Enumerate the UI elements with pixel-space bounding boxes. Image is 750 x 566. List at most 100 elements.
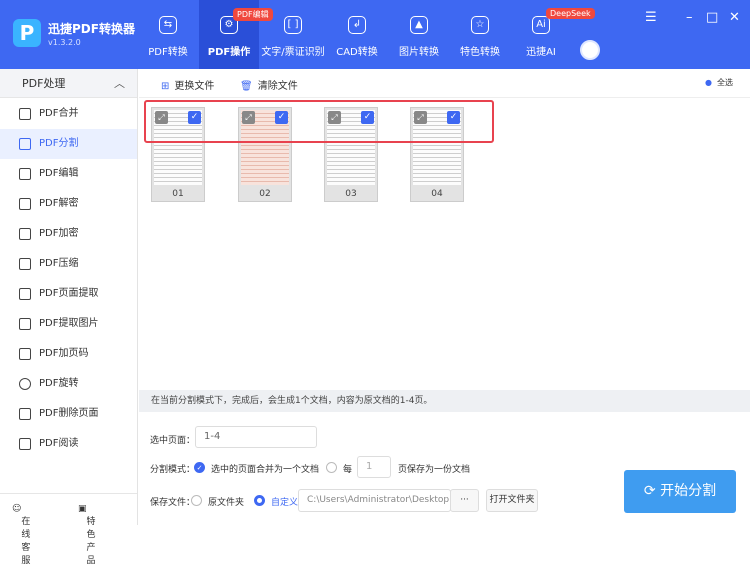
app-logo: P (13, 19, 41, 47)
sidebar-item-extract-images[interactable]: PDF提取图片 (0, 309, 137, 339)
deepseek-badge[interactable]: DeepSeek (546, 8, 595, 19)
sidebar-item-label: PDF加页码 (39, 348, 89, 359)
minimize-icon[interactable]: – (686, 10, 693, 25)
start-split-button[interactable]: ⟳ 开始分割 (624, 470, 736, 513)
rotate-icon (19, 378, 31, 390)
sidebar-item-compress[interactable]: PDF压缩 (0, 249, 137, 279)
sidebar-item-delete-pages[interactable]: PDF删除页面 (0, 399, 137, 429)
sidebar-item-extract-pages[interactable]: PDF页面提取 (0, 279, 137, 309)
unlock-icon (19, 198, 31, 210)
sidebar-item-edit[interactable]: PDF编辑 (0, 159, 137, 189)
page-number-icon (19, 348, 31, 360)
split-icon (19, 138, 31, 150)
save-label: 保存文件： (150, 498, 196, 508)
sidebar-item-page-number[interactable]: PDF加页码 (0, 339, 137, 369)
pages-per-file-input[interactable]: 1 (357, 456, 391, 478)
tab-pdf-convert[interactable]: ⇆ PDF转换 (138, 0, 198, 69)
refresh-icon: ⟳ (643, 483, 661, 499)
save-original-radio[interactable] (191, 495, 202, 506)
image-icon (19, 318, 31, 330)
select-all-checkbox[interactable]: ● 全选 (705, 77, 733, 88)
ai-icon: Ai (532, 16, 550, 34)
mode-every-label: 每 (343, 465, 353, 475)
sidebar-item-label: PDF合并 (39, 108, 79, 119)
mode-every-suffix: 页保存为一份文档 (398, 465, 471, 475)
image-icon: ▲ (410, 16, 428, 34)
book-icon (19, 438, 31, 450)
sidebar-item-split[interactable]: PDF分割 (0, 129, 137, 159)
sidebar-item-label: PDF加密 (39, 228, 79, 239)
close-icon[interactable]: ✕ (729, 10, 740, 25)
save-custom-radio[interactable] (254, 495, 265, 506)
page-number: 03 (345, 189, 357, 199)
app-version: v1.3.2.0 (48, 38, 81, 47)
page-number: 01 (172, 189, 184, 199)
sidebar-item-label: PDF编辑 (39, 168, 79, 179)
sidebar-item-label: PDF分割 (39, 138, 79, 149)
highlight-box (144, 100, 494, 143)
sidebar-item-label: PDF页面提取 (39, 288, 99, 299)
replace-label: 更换文件 (174, 81, 215, 92)
page-number: 04 (431, 189, 443, 199)
page-number: 02 (259, 189, 271, 199)
maximize-icon[interactable]: □ (706, 10, 718, 25)
tab-image[interactable]: ▲ 图片转换 (389, 0, 449, 69)
chevron-up-icon[interactable]: ︿ (114, 69, 125, 98)
sidebar-item-encrypt[interactable]: PDF加密 (0, 219, 137, 249)
mode-merge-label: 选中的页面合并为一个文档 (211, 465, 320, 475)
sidebar-item-rotate[interactable]: PDF旋转 (0, 369, 137, 399)
replace-file-button[interactable]: ⊞ 更换文件 (161, 77, 214, 92)
shield-icon (19, 228, 31, 240)
delete-page-icon (19, 408, 31, 420)
sidebar-footer: ☺ 在线客服 ▣ 特色产品 (0, 493, 137, 566)
sidebar-item-label: PDF提取图片 (39, 318, 99, 329)
open-folder-button[interactable]: 打开文件夹 (486, 489, 538, 512)
sidebar-item-merge[interactable]: PDF合并 (0, 99, 137, 129)
page-range-input[interactable]: 1-4 (195, 426, 317, 448)
support-link[interactable]: ☺ 在线客服 (12, 504, 30, 566)
check-circle-icon: ● (705, 78, 712, 87)
scan-icon: [ ] (284, 16, 302, 34)
sidebar-item-label: PDF解密 (39, 198, 79, 209)
merge-icon (19, 108, 31, 120)
products-link[interactable]: ▣ 特色产品 (78, 504, 96, 566)
browse-button[interactable]: ··· (450, 489, 479, 512)
sidebar: PDF处理 ︿ PDF合并 PDF分割 PDF编辑 PDF解密 PDF加密 PDF… (0, 69, 138, 566)
trash-icon: 🗑 (240, 81, 253, 92)
sidebar-item-decrypt[interactable]: PDF解密 (0, 189, 137, 219)
sidebar-item-label: PDF旋转 (39, 378, 79, 389)
start-label: 开始分割 (660, 483, 717, 499)
range-label: 选中页面： (150, 436, 196, 446)
pdf-edit-badge[interactable]: PDF编辑 (233, 8, 273, 21)
support-label: 在线客服 (21, 517, 31, 566)
clear-file-button[interactable]: 🗑 清除文件 (240, 77, 298, 92)
avatar[interactable] (580, 40, 600, 60)
star-icon: ☆ (471, 16, 489, 34)
menu-icon[interactable]: ☰ (645, 10, 657, 25)
app-name: 迅捷PDF转换器 (48, 22, 135, 36)
add-file-icon: ⊞ (161, 81, 170, 92)
clear-label: 清除文件 (257, 81, 298, 92)
info-bar: 在当前分割模式下，完成后，会生成1个文档，内容为原文档的1-4页。 (139, 390, 750, 412)
save-original-label: 原文件夹 (208, 498, 245, 508)
sidebar-header[interactable]: PDF处理 ︿ (0, 69, 137, 98)
save-path-input[interactable]: C:\Users\Administrator\Desktop (298, 489, 451, 512)
tab-special[interactable]: ☆ 特色转换 (450, 0, 510, 69)
sidebar-title: PDF处理 (22, 77, 66, 90)
products-label: 特色产品 (86, 517, 96, 566)
sidebar-item-label: PDF阅读 (39, 438, 79, 449)
mode-label: 分割模式： (150, 465, 196, 475)
convert-icon: ⇆ (159, 16, 177, 34)
sidebar-item-read[interactable]: PDF阅读 (0, 429, 137, 459)
mode-merge-radio[interactable]: ✓ (194, 462, 205, 473)
mode-every-radio[interactable] (326, 462, 337, 473)
cad-icon: ↲ (348, 16, 366, 34)
tab-cad[interactable]: ↲ CAD转换 (327, 0, 387, 69)
compress-icon (19, 258, 31, 270)
edit-icon (19, 168, 31, 180)
toolbar: ⊞ 更换文件 🗑 清除文件 ● 全选 (139, 69, 750, 98)
save-custom-label: 自定义 (271, 498, 299, 508)
select-all-label: 全选 (716, 78, 733, 87)
sidebar-item-label: PDF压缩 (39, 258, 79, 269)
page-icon (19, 288, 31, 300)
